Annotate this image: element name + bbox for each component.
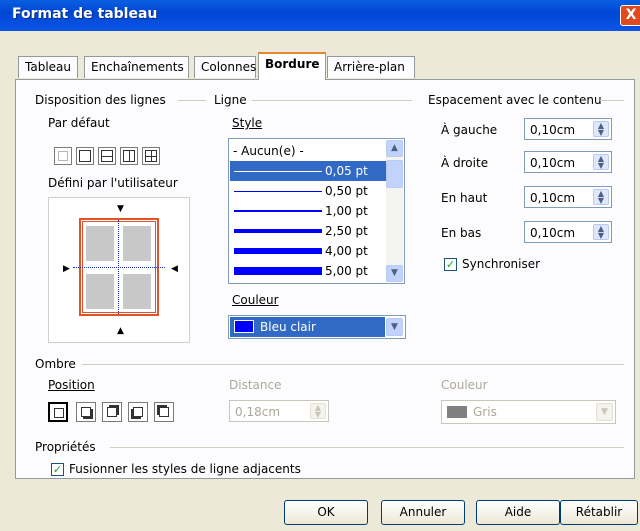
format-table-dialog: Format de tableau X Tableau Enchaînement… [0, 0, 640, 531]
tab-colonnes[interactable]: Colonnes [194, 56, 256, 78]
properties-heading: Propriétés [35, 440, 96, 454]
tab-arriere-plan[interactable]: Arrière-plan [327, 56, 415, 78]
title-bar: Format de tableau X [0, 0, 640, 31]
line-color-select[interactable]: Bleu clair ▼ [228, 315, 406, 339]
bottom-spacing-label: En bas [441, 226, 482, 240]
reset-button[interactable]: Rétablir [560, 500, 638, 525]
shadow-color-select[interactable]: Gris ▼ [441, 400, 616, 424]
close-icon[interactable]: X [620, 5, 640, 26]
style-option-none[interactable]: - Aucun(e) - [230, 141, 388, 161]
style-option[interactable]: 5,00 pt [230, 261, 388, 281]
style-option[interactable]: 1,00 pt [230, 201, 388, 221]
shadow-color-label: Couleur [441, 378, 488, 392]
shadow-top-right-button[interactable] [102, 402, 122, 422]
left-spacing-label: À gauche [441, 123, 498, 137]
tab-enchainements[interactable]: Enchaînements [84, 56, 189, 78]
line-color-label: Couleur [232, 293, 279, 307]
default-label: Par défaut [48, 116, 110, 130]
style-option[interactable]: 4,00 pt [230, 241, 388, 261]
cancel-button[interactable]: Annuler [381, 500, 465, 525]
spacing-heading: Espacement avec le contenu [428, 93, 602, 107]
tab-bordure[interactable]: Bordure [258, 52, 326, 80]
style-option[interactable]: 2,50 pt [230, 221, 388, 241]
style-label: Style [232, 116, 263, 130]
divider [178, 100, 206, 101]
shadow-position-label: Position [48, 378, 95, 392]
divider [82, 364, 624, 365]
shadow-none-button[interactable] [48, 402, 68, 422]
shadow-distance-stepper[interactable]: 0,18cm ▲ ▼ [229, 400, 329, 422]
synchronize-checkbox[interactable]: ✓ [444, 258, 457, 271]
preset-outer-border[interactable] [76, 147, 94, 165]
merge-line-styles-label: Fusionner les styles de ligne adjacents [69, 462, 301, 476]
color-swatch [234, 320, 254, 333]
preset-all-borders[interactable] [142, 147, 160, 165]
user-defined-border-preview[interactable]: ▼ ▲ ▶ ◀ [48, 197, 190, 343]
help-button[interactable]: Aide [476, 500, 560, 525]
stepper-arrows-icon[interactable]: ▲ ▼ [593, 224, 609, 240]
scroll-up-icon[interactable]: ▲ [386, 140, 403, 157]
top-spacing-stepper[interactable]: 0,10cm ▲ ▼ [524, 186, 612, 208]
synchronize-label: Synchroniser [462, 257, 541, 271]
bottom-spacing-stepper[interactable]: 0,10cm ▲ ▼ [524, 221, 612, 243]
tab-tableau[interactable]: Tableau [18, 56, 78, 78]
preset-outer-vertical[interactable] [120, 147, 138, 165]
right-spacing-stepper[interactable]: 0,10cm ▲ ▼ [524, 151, 612, 173]
stepper-arrows-icon[interactable]: ▲ ▼ [593, 121, 609, 137]
style-option[interactable]: 0,50 pt [230, 181, 388, 201]
shadow-bottom-right-button[interactable] [76, 402, 96, 422]
cell-shape [123, 226, 151, 261]
cell-shape [123, 274, 151, 309]
arrow-left-icon: ◀ [171, 264, 178, 274]
divider [600, 100, 624, 101]
divider [252, 100, 412, 101]
shadow-heading: Ombre [35, 357, 76, 371]
cell-shape [86, 226, 114, 261]
preset-none[interactable] [54, 147, 72, 165]
arrow-right-icon: ▶ [63, 264, 70, 274]
shadow-top-left-button[interactable] [154, 402, 174, 422]
shadow-color-value: Gris [473, 405, 497, 419]
top-spacing-label: En haut [441, 191, 488, 205]
divider [110, 447, 624, 448]
left-spacing-stepper[interactable]: 0,10cm ▲ ▼ [524, 118, 612, 140]
ok-button[interactable]: OK [284, 500, 368, 525]
arrow-down-icon: ▼ [117, 204, 124, 214]
shadow-bottom-left-button[interactable] [128, 402, 148, 422]
user-defined-label: Défini par l'utilisateur [48, 176, 178, 190]
merge-line-styles-checkbox[interactable]: ✓ [51, 463, 64, 476]
preset-outer-horizontal[interactable] [98, 147, 116, 165]
stepper-arrows-icon[interactable]: ▲ ▼ [310, 403, 326, 419]
line-style-list[interactable]: - Aucun(e) - 0,05 pt 0,50 pt 1,00 pt 2,5… [228, 138, 405, 284]
chevron-down-icon[interactable]: ▼ [596, 403, 613, 421]
line-arrangement-heading: Disposition des lignes [35, 93, 166, 107]
stepper-arrows-icon[interactable]: ▲ ▼ [593, 189, 609, 205]
stepper-arrows-icon[interactable]: ▲ ▼ [593, 154, 609, 170]
scroll-down-icon[interactable]: ▼ [386, 265, 403, 282]
style-option-selected[interactable]: 0,05 pt [230, 161, 388, 181]
line-heading: Ligne [214, 93, 247, 107]
line-color-value: Bleu clair [260, 320, 316, 334]
style-list-scrollbar[interactable]: ▲ ▼ [386, 140, 403, 282]
dialog-title: Format de tableau [12, 6, 158, 22]
arrow-up-icon: ▲ [117, 326, 124, 336]
inner-horizontal-line [73, 267, 165, 268]
chevron-down-icon[interactable]: ▼ [386, 318, 403, 336]
right-spacing-label: À droite [441, 156, 489, 170]
color-swatch [447, 406, 467, 418]
shadow-distance-label: Distance [229, 378, 282, 392]
scroll-thumb[interactable] [386, 160, 403, 188]
cell-shape [86, 274, 114, 309]
